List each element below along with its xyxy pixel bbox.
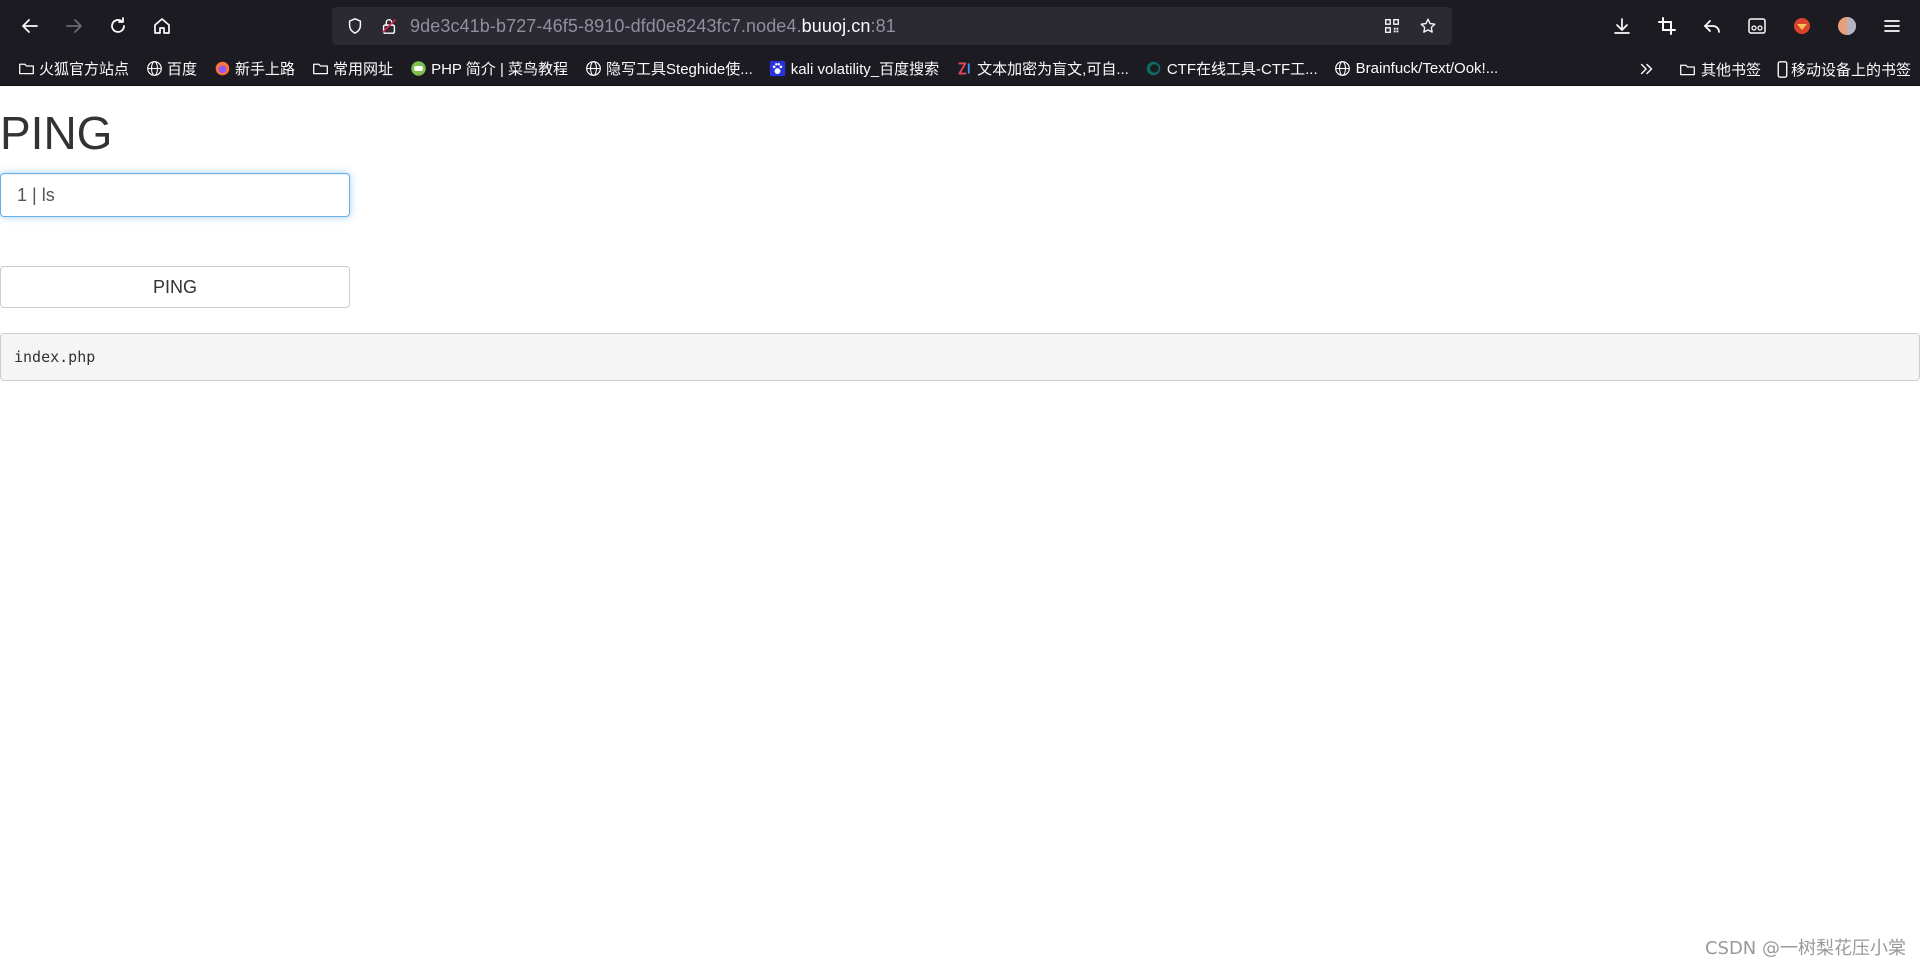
- bookmark-item[interactable]: 文本加密为盲文,可自...: [950, 56, 1134, 82]
- bookmark-label: Brainfuck/Text/Ook!...: [1355, 60, 1499, 77]
- bookmark-label: CTF在线工具-CTF工...: [1166, 61, 1318, 78]
- screenshot-button[interactable]: [1644, 8, 1689, 44]
- url-port: :81: [870, 15, 896, 36]
- reload-button[interactable]: [96, 8, 140, 44]
- back-button[interactable]: [8, 8, 52, 44]
- mobile-bookmarks-folder[interactable]: 移动设备上的书签: [1772, 56, 1916, 82]
- bookmark-label: 移动设备上的书签: [1790, 61, 1911, 79]
- command-output: index.php: [0, 333, 1920, 381]
- bookmark-item[interactable]: 常用网址: [306, 56, 398, 82]
- glasses-icon: [1747, 18, 1766, 34]
- undo-arrow-icon: [1703, 20, 1720, 33]
- bookmark-label: PHP 简介 | 菜鸟教程: [431, 61, 569, 78]
- zi-icon: [955, 60, 973, 78]
- account-button[interactable]: [1824, 8, 1869, 44]
- bookmarks-right: 其他书签 移动设备上的书签: [1632, 56, 1916, 82]
- insecure-lock-icon[interactable]: [372, 7, 406, 45]
- globe-icon: [145, 60, 163, 78]
- folder-icon: [311, 60, 329, 78]
- toolbar-right: [1599, 7, 1914, 45]
- ctf-icon: [1145, 60, 1163, 78]
- baidu-paw-icon: [769, 60, 787, 78]
- bookmarks-overflow-chevron-icon[interactable]: [1632, 56, 1662, 82]
- arrow-right-icon: [66, 19, 82, 33]
- avatar-icon: [1837, 17, 1856, 35]
- downloads-button[interactable]: [1599, 8, 1644, 44]
- bookmarks-toolbar: 火狐官方站点 百度 新手上路 常用网址 PHP 简介 | 菜鸟教程 隐写工具St…: [0, 52, 1920, 86]
- globe-icon: [1334, 60, 1352, 78]
- bookmark-item[interactable]: kali volatility_百度搜索: [764, 56, 944, 82]
- home-icon: [154, 18, 170, 34]
- url-host: buuoj.cn: [801, 15, 871, 36]
- bookmark-item[interactable]: CTF在线工具-CTF工...: [1140, 56, 1323, 82]
- hamburger-menu-icon: [1883, 20, 1900, 32]
- bookmark-item[interactable]: 隐写工具Steghide使...: [579, 56, 758, 82]
- shield-icon[interactable]: [338, 7, 372, 45]
- bookmark-label: 火狐官方站点: [39, 61, 130, 78]
- reload-icon: [111, 17, 125, 33]
- qr-code-icon[interactable]: [1374, 7, 1410, 45]
- bookmark-item[interactable]: Brainfuck/Text/Ook!...: [1329, 56, 1504, 82]
- crop-icon: [1657, 17, 1676, 35]
- folder-icon: [1679, 60, 1697, 78]
- home-button[interactable]: [140, 8, 184, 44]
- forward-button[interactable]: [52, 8, 96, 44]
- folder-icon: [17, 60, 35, 78]
- firefox-icon: [213, 60, 231, 78]
- globe-icon: [584, 60, 602, 78]
- browser-toolbar: 9de3c41b-b727-46f5-8910-dfd0e8243fc7.nod…: [0, 0, 1920, 52]
- url-subdomain: 9de3c41b-b727-46f5-8910-dfd0e8243fc7.nod…: [410, 15, 802, 36]
- download-icon: [1613, 18, 1630, 34]
- arrow-left-icon: [22, 19, 38, 33]
- bookmark-label: kali volatility_百度搜索: [790, 61, 940, 78]
- bookmark-label: 百度: [167, 61, 198, 78]
- bookmark-label: 隐写工具Steghide使...: [606, 61, 753, 78]
- url-text[interactable]: 9de3c41b-b727-46f5-8910-dfd0e8243fc7.nod…: [410, 16, 896, 37]
- bookmark-item[interactable]: 火狐官方站点: [12, 56, 134, 82]
- hackbar-icon: [1793, 18, 1810, 34]
- page-content: PING PING index.php CSDN @一树梨花压小棠: [0, 86, 1920, 974]
- bookmark-label: 新手上路: [235, 61, 296, 78]
- reader-extension-button[interactable]: [1734, 8, 1779, 44]
- bookmark-label: 常用网址: [333, 61, 394, 78]
- undo-close-tab-button[interactable]: [1689, 8, 1734, 44]
- runoob-icon: [409, 60, 427, 78]
- bookmark-label: 其他书签: [1700, 61, 1761, 79]
- bookmark-item[interactable]: 百度: [140, 56, 202, 82]
- address-bar[interactable]: 9de3c41b-b727-46f5-8910-dfd0e8243fc7.nod…: [332, 7, 1452, 45]
- url-actions: [1374, 7, 1452, 45]
- watermark: CSDN @一树梨花压小棠: [1704, 938, 1906, 959]
- nav-buttons: [8, 8, 184, 44]
- bookmark-item[interactable]: PHP 简介 | 菜鸟教程: [404, 56, 573, 82]
- other-bookmarks-folder[interactable]: 其他书签: [1674, 56, 1766, 82]
- bookmark-star-icon[interactable]: [1410, 7, 1446, 45]
- ping-command-input[interactable]: [0, 173, 350, 217]
- menu-button[interactable]: [1869, 8, 1914, 44]
- mobile-device-icon: [1777, 60, 1789, 78]
- ping-button[interactable]: PING: [0, 266, 350, 308]
- bookmark-label: 文本加密为盲文,可自...: [977, 61, 1129, 78]
- bookmark-item[interactable]: 新手上路: [208, 56, 300, 82]
- hackbar-extension-button[interactable]: [1779, 8, 1824, 44]
- page-title: PING: [0, 107, 113, 159]
